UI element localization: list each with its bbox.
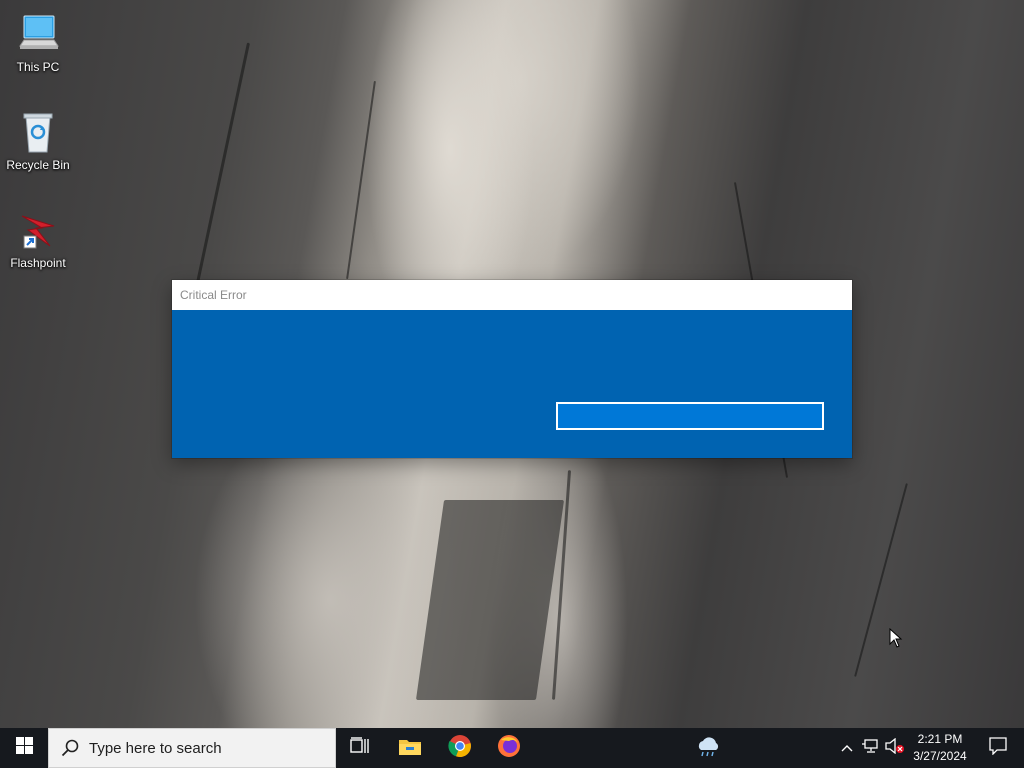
volume-muted-icon	[885, 737, 905, 759]
desktop-icon-recycle-bin[interactable]: Recycle Bin	[0, 108, 76, 172]
wallpaper-detail	[346, 80, 376, 280]
start-button[interactable]	[0, 728, 48, 768]
dialog-body	[172, 310, 852, 458]
desktop-icon-label: This PC	[16, 60, 60, 74]
task-view-button[interactable]	[340, 728, 380, 768]
recycle-bin-icon	[14, 108, 62, 156]
search-placeholder: Type here to search	[89, 739, 222, 757]
chevron-up-icon	[841, 739, 853, 757]
tray-clock[interactable]: 2:21 PM 3/27/2024	[906, 728, 974, 768]
desktop-icon-label: Flashpoint	[10, 256, 66, 270]
desktop-background: This PC Recycle Bin Flashpoint Critical …	[0, 0, 1024, 728]
computer-icon	[14, 10, 62, 58]
taskbar-chrome[interactable]	[440, 728, 480, 768]
action-center-button[interactable]	[978, 728, 1018, 768]
firefox-icon	[497, 734, 521, 763]
weather-icon	[694, 735, 722, 762]
desktop-icon-this-pc[interactable]: This PC	[0, 10, 76, 74]
show-hidden-icons-button[interactable]	[838, 728, 856, 768]
taskbar-firefox[interactable]	[489, 728, 529, 768]
wallpaper-detail	[193, 42, 250, 298]
desktop-icon-flashpoint[interactable]: Flashpoint	[0, 206, 76, 270]
chrome-icon	[448, 734, 472, 763]
action-center-icon	[989, 736, 1007, 760]
tray-network[interactable]	[860, 728, 882, 768]
flashpoint-icon	[14, 206, 62, 254]
clock-time: 2:21 PM	[917, 732, 963, 746]
taskbar-search-box[interactable]: Type here to search	[48, 728, 336, 768]
taskbar: Type here to search 2:21 PM 3/27/2024	[0, 728, 1024, 768]
taskbar-weather[interactable]	[688, 728, 728, 768]
file-explorer-icon	[398, 736, 422, 761]
search-icon	[61, 739, 79, 757]
taskbar-file-explorer[interactable]	[390, 728, 430, 768]
mouse-cursor-icon	[889, 627, 903, 648]
dialog-action-button[interactable]	[556, 402, 824, 430]
critical-error-dialog: Critical Error	[172, 280, 852, 458]
clock-date: 3/27/2024	[913, 749, 967, 763]
task-view-icon	[350, 736, 370, 760]
dialog-title: Critical Error	[172, 280, 852, 310]
tray-volume[interactable]	[884, 728, 906, 768]
desktop-icon-label: Recycle Bin	[6, 158, 70, 172]
network-icon	[862, 738, 880, 759]
windows-logo-icon	[15, 737, 33, 759]
wallpaper-detail	[415, 500, 565, 700]
